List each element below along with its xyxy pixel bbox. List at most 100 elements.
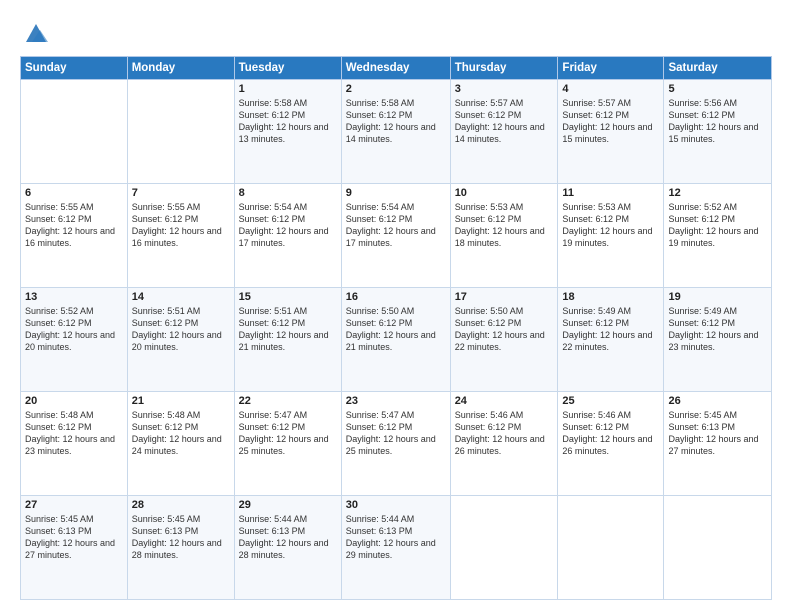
day-cell: 2 Sunrise: 5:58 AM Sunset: 6:12 PM Daylig… — [341, 80, 450, 184]
day-info: Sunrise: 5:53 AM Sunset: 6:12 PM Dayligh… — [455, 202, 545, 248]
day-number: 13 — [25, 291, 123, 303]
day-cell: 7 Sunrise: 5:55 AM Sunset: 6:12 PM Daylig… — [127, 184, 234, 288]
weekday-tuesday: Tuesday — [234, 57, 341, 80]
day-info: Sunrise: 5:46 AM Sunset: 6:12 PM Dayligh… — [562, 410, 652, 456]
day-number: 19 — [668, 291, 767, 303]
day-cell — [21, 80, 128, 184]
day-number: 2 — [346, 83, 446, 95]
day-info: Sunrise: 5:53 AM Sunset: 6:12 PM Dayligh… — [562, 202, 652, 248]
day-info: Sunrise: 5:55 AM Sunset: 6:12 PM Dayligh… — [132, 202, 222, 248]
day-number: 27 — [25, 499, 123, 511]
day-cell: 10 Sunrise: 5:53 AM Sunset: 6:12 PM Dayli… — [450, 184, 558, 288]
day-number: 9 — [346, 187, 446, 199]
week-row-5: 27 Sunrise: 5:45 AM Sunset: 6:13 PM Dayli… — [21, 496, 772, 600]
day-number: 29 — [239, 499, 337, 511]
logo-icon — [22, 18, 50, 46]
day-info: Sunrise: 5:48 AM Sunset: 6:12 PM Dayligh… — [132, 410, 222, 456]
day-cell: 14 Sunrise: 5:51 AM Sunset: 6:12 PM Dayli… — [127, 288, 234, 392]
day-cell: 19 Sunrise: 5:49 AM Sunset: 6:12 PM Dayli… — [664, 288, 772, 392]
day-number: 7 — [132, 187, 230, 199]
logo — [20, 18, 50, 46]
day-number: 23 — [346, 395, 446, 407]
day-cell: 29 Sunrise: 5:44 AM Sunset: 6:13 PM Dayli… — [234, 496, 341, 600]
week-row-4: 20 Sunrise: 5:48 AM Sunset: 6:12 PM Dayli… — [21, 392, 772, 496]
day-info: Sunrise: 5:47 AM Sunset: 6:12 PM Dayligh… — [346, 410, 436, 456]
day-info: Sunrise: 5:50 AM Sunset: 6:12 PM Dayligh… — [346, 306, 436, 352]
day-info: Sunrise: 5:58 AM Sunset: 6:12 PM Dayligh… — [346, 98, 436, 144]
day-cell: 23 Sunrise: 5:47 AM Sunset: 6:12 PM Dayli… — [341, 392, 450, 496]
day-info: Sunrise: 5:52 AM Sunset: 6:12 PM Dayligh… — [25, 306, 115, 352]
day-info: Sunrise: 5:58 AM Sunset: 6:12 PM Dayligh… — [239, 98, 329, 144]
day-cell: 21 Sunrise: 5:48 AM Sunset: 6:12 PM Dayli… — [127, 392, 234, 496]
calendar-table: SundayMondayTuesdayWednesdayThursdayFrid… — [20, 56, 772, 600]
day-info: Sunrise: 5:50 AM Sunset: 6:12 PM Dayligh… — [455, 306, 545, 352]
day-info: Sunrise: 5:45 AM Sunset: 6:13 PM Dayligh… — [668, 410, 758, 456]
day-number: 16 — [346, 291, 446, 303]
day-info: Sunrise: 5:44 AM Sunset: 6:13 PM Dayligh… — [239, 514, 329, 560]
week-row-1: 1 Sunrise: 5:58 AM Sunset: 6:12 PM Daylig… — [21, 80, 772, 184]
day-info: Sunrise: 5:47 AM Sunset: 6:12 PM Dayligh… — [239, 410, 329, 456]
week-row-2: 6 Sunrise: 5:55 AM Sunset: 6:12 PM Daylig… — [21, 184, 772, 288]
day-cell: 18Sunrise: 5:49 AM Sunset: 6:12 PM Dayli… — [558, 288, 664, 392]
day-number: 6 — [25, 187, 123, 199]
day-cell — [664, 496, 772, 600]
day-cell: 6Sunrise: 5:55 AM Sunset: 6:12 PM Daylig… — [21, 184, 128, 288]
day-cell: 20Sunrise: 5:48 AM Sunset: 6:12 PM Dayli… — [21, 392, 128, 496]
day-number: 18 — [562, 291, 659, 303]
day-number: 28 — [132, 499, 230, 511]
day-info: Sunrise: 5:45 AM Sunset: 6:13 PM Dayligh… — [132, 514, 222, 560]
weekday-saturday: Saturday — [664, 57, 772, 80]
day-cell: 28 Sunrise: 5:45 AM Sunset: 6:13 PM Dayli… — [127, 496, 234, 600]
day-number: 1 — [239, 83, 337, 95]
weekday-friday: Friday — [558, 57, 664, 80]
day-cell: 4 Sunrise: 5:57 AM Sunset: 6:12 PM Daylig… — [558, 80, 664, 184]
day-info: Sunrise: 5:56 AM Sunset: 6:12 PM Dayligh… — [668, 98, 758, 144]
day-cell: 27 Sunrise: 5:45 AM Sunset: 6:13 PM Dayli… — [21, 496, 128, 600]
day-number: 14 — [132, 291, 230, 303]
day-info: Sunrise: 5:54 AM Sunset: 6:12 PM Dayligh… — [239, 202, 329, 248]
day-info: Sunrise: 5:57 AM Sunset: 6:12 PM Dayligh… — [455, 98, 545, 144]
day-cell: 9 Sunrise: 5:54 AM Sunset: 6:12 PM Daylig… — [341, 184, 450, 288]
day-number: 22 — [239, 395, 337, 407]
day-number: 15 — [239, 291, 337, 303]
day-number: 5 — [668, 83, 767, 95]
day-number: 11 — [562, 187, 659, 199]
day-number: 20 — [25, 395, 123, 407]
day-info: Sunrise: 5:44 AM Sunset: 6:13 PM Dayligh… — [346, 514, 436, 560]
header — [20, 18, 772, 46]
day-info: Sunrise: 5:57 AM Sunset: 6:12 PM Dayligh… — [562, 98, 652, 144]
day-cell: 22 Sunrise: 5:47 AM Sunset: 6:12 PM Dayli… — [234, 392, 341, 496]
day-number: 17 — [455, 291, 554, 303]
day-cell — [558, 496, 664, 600]
day-cell: 3 Sunrise: 5:57 AM Sunset: 6:12 PM Daylig… — [450, 80, 558, 184]
day-number: 10 — [455, 187, 554, 199]
day-info: Sunrise: 5:49 AM Sunset: 6:12 PM Dayligh… — [668, 306, 758, 352]
day-number: 21 — [132, 395, 230, 407]
day-cell: 15 Sunrise: 5:51 AM Sunset: 6:12 PM Dayli… — [234, 288, 341, 392]
day-cell: 25 Sunrise: 5:46 AM Sunset: 6:12 PM Dayli… — [558, 392, 664, 496]
day-number: 24 — [455, 395, 554, 407]
day-cell: 5 Sunrise: 5:56 AM Sunset: 6:12 PM Daylig… — [664, 80, 772, 184]
day-cell: 30 Sunrise: 5:44 AM Sunset: 6:13 PM Dayli… — [341, 496, 450, 600]
day-cell: 13 Sunrise: 5:52 AM Sunset: 6:12 PM Dayli… — [21, 288, 128, 392]
day-cell: 1 Sunrise: 5:58 AM Sunset: 6:12 PM Daylig… — [234, 80, 341, 184]
day-info: Sunrise: 5:45 AM Sunset: 6:13 PM Dayligh… — [25, 514, 115, 560]
day-cell: 12 Sunrise: 5:52 AM Sunset: 6:12 PM Dayli… — [664, 184, 772, 288]
page: SundayMondayTuesdayWednesdayThursdayFrid… — [0, 0, 792, 612]
day-number: 3 — [455, 83, 554, 95]
day-info: Sunrise: 5:51 AM Sunset: 6:12 PM Dayligh… — [239, 306, 329, 352]
day-info: Sunrise: 5:54 AM Sunset: 6:12 PM Dayligh… — [346, 202, 436, 248]
day-number: 12 — [668, 187, 767, 199]
day-info: Sunrise: 5:46 AM Sunset: 6:12 PM Dayligh… — [455, 410, 545, 456]
day-number: 30 — [346, 499, 446, 511]
day-number: 26 — [668, 395, 767, 407]
day-number: 25 — [562, 395, 659, 407]
day-info: Sunrise: 5:52 AM Sunset: 6:12 PM Dayligh… — [668, 202, 758, 248]
day-info: Sunrise: 5:51 AM Sunset: 6:12 PM Dayligh… — [132, 306, 222, 352]
day-cell: 17 Sunrise: 5:50 AM Sunset: 6:12 PM Dayli… — [450, 288, 558, 392]
day-cell: 11 Sunrise: 5:53 AM Sunset: 6:12 PM Dayli… — [558, 184, 664, 288]
day-cell — [450, 496, 558, 600]
day-number: 4 — [562, 83, 659, 95]
day-number: 8 — [239, 187, 337, 199]
weekday-monday: Monday — [127, 57, 234, 80]
